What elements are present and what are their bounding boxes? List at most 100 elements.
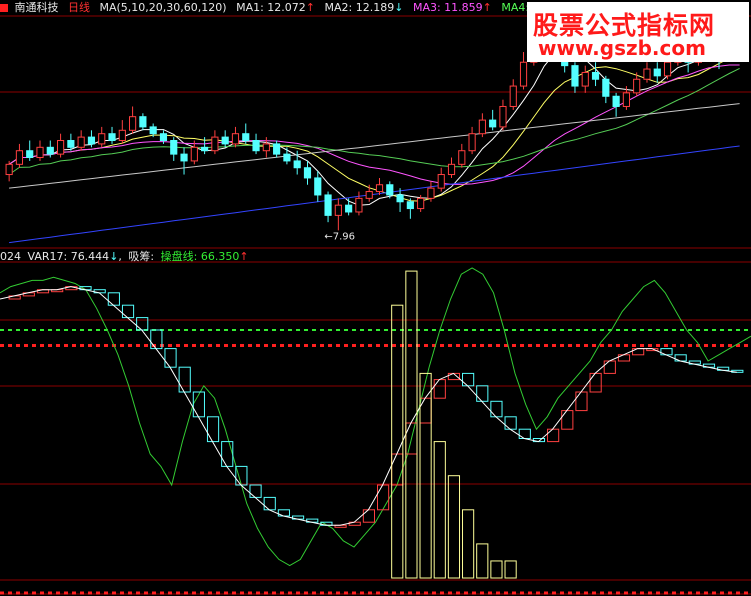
low-price-label: ←7.96: [324, 231, 355, 242]
candle-body: [468, 133, 476, 152]
ma30-line: [8, 67, 740, 175]
candle-body: [108, 133, 116, 142]
candle-body: [5, 163, 13, 176]
candle-body: [437, 174, 445, 189]
ctrl-line-box: [377, 484, 390, 511]
ctrl-line-box: [518, 428, 531, 440]
candle-body: [653, 68, 661, 77]
candle-body: [118, 129, 126, 142]
candle-body: [190, 146, 198, 162]
candle-body: [180, 153, 188, 162]
candle-body: [365, 191, 373, 199]
ctrl-line-box: [504, 416, 517, 430]
ctrl-line-box: [476, 385, 489, 402]
ctrl-line-box: [674, 354, 687, 362]
ctrl-line-box: [589, 372, 602, 393]
ctrl-line-box: [617, 354, 631, 362]
candle-body: [77, 136, 85, 148]
ctrl-line-box: [547, 428, 560, 443]
absorb-bar: [447, 475, 461, 579]
ctrl-line-box: [660, 348, 673, 356]
candle-body: [98, 133, 106, 145]
absorb-bar: [504, 560, 517, 579]
ctrl-line-box: [263, 496, 276, 511]
candle-body: [67, 140, 75, 148]
candle-body: [447, 163, 456, 176]
ctrl-line-box: [575, 391, 588, 412]
ctrl-line-box: [121, 304, 135, 319]
chart-canvas[interactable]: ←7.96: [0, 0, 751, 596]
ctrl-line-box: [419, 397, 432, 424]
candle-body: [478, 119, 486, 135]
candle-body: [591, 71, 600, 80]
ctrl-line-box: [433, 379, 446, 399]
candle-body: [324, 194, 332, 216]
candle-body: [242, 133, 250, 142]
candle-body: [375, 184, 384, 193]
candle-body: [396, 194, 404, 203]
ctrl-line-box: [164, 348, 177, 368]
candle-body: [612, 95, 620, 107]
candle-body: [159, 133, 168, 142]
candle-body: [499, 105, 507, 128]
watermark-url: www.gszb.com: [538, 36, 706, 60]
candle-body: [355, 197, 363, 213]
absorb-bar: [490, 560, 503, 579]
ctrl-line-box: [178, 366, 191, 393]
candle-body: [509, 85, 517, 107]
candle-body: [406, 201, 414, 210]
candle-body: [345, 204, 353, 213]
ctrl-line-box: [206, 416, 220, 443]
ctrl-line-box: [136, 317, 149, 331]
ctrl-line-box: [249, 484, 262, 498]
candle-body: [386, 184, 394, 196]
candle-body: [262, 143, 270, 152]
ctrl-line-box: [277, 509, 290, 517]
candle-body: [458, 150, 466, 165]
ctrl-line-box: [235, 465, 248, 486]
ctrl-line-box: [391, 453, 404, 486]
candle-body: [56, 140, 65, 155]
candle-body: [252, 140, 260, 152]
ctrl-line-box: [362, 509, 376, 523]
ma5-line: [8, 44, 740, 206]
candle-body: [211, 136, 219, 152]
absorb-bar: [462, 509, 475, 579]
ma20-line: [8, 64, 740, 185]
candle-body: [643, 68, 651, 80]
candle-body: [36, 146, 44, 159]
ctrl-line-box: [603, 360, 616, 374]
candle-body: [417, 197, 425, 210]
ctrl-line-box: [490, 400, 503, 418]
candle-body: [273, 143, 281, 155]
ma10-line: [8, 54, 740, 202]
absorb-bar: [433, 441, 446, 579]
candle-body: [489, 119, 497, 128]
var17-line: [0, 267, 751, 567]
candle-body: [581, 71, 589, 87]
candle-body: [201, 146, 209, 152]
ctrl-line-box: [462, 372, 475, 387]
candle-body: [46, 146, 54, 155]
candle-body: [129, 116, 137, 131]
candle-body: [170, 140, 178, 155]
candle-body: [314, 177, 322, 196]
candle-body: [602, 78, 610, 97]
candle-body: [139, 116, 147, 128]
ctrl-line-box: [221, 441, 234, 467]
ctrl-line-box: [561, 410, 574, 430]
candle-body: [622, 92, 630, 107]
ctrl-line: [0, 286, 737, 526]
ma120-line: [9, 145, 740, 244]
absorb-bar: [476, 543, 489, 579]
candle-body: [221, 136, 229, 145]
candle-body: [519, 61, 528, 87]
candle-body: [571, 65, 579, 87]
candle-body: [633, 78, 641, 94]
ctrl-line-box: [632, 348, 645, 356]
candle-body: [427, 187, 435, 199]
candle-body: [303, 167, 312, 179]
candle-body: [231, 133, 240, 145]
candle-body: [663, 61, 672, 77]
candle-body: [293, 160, 301, 169]
